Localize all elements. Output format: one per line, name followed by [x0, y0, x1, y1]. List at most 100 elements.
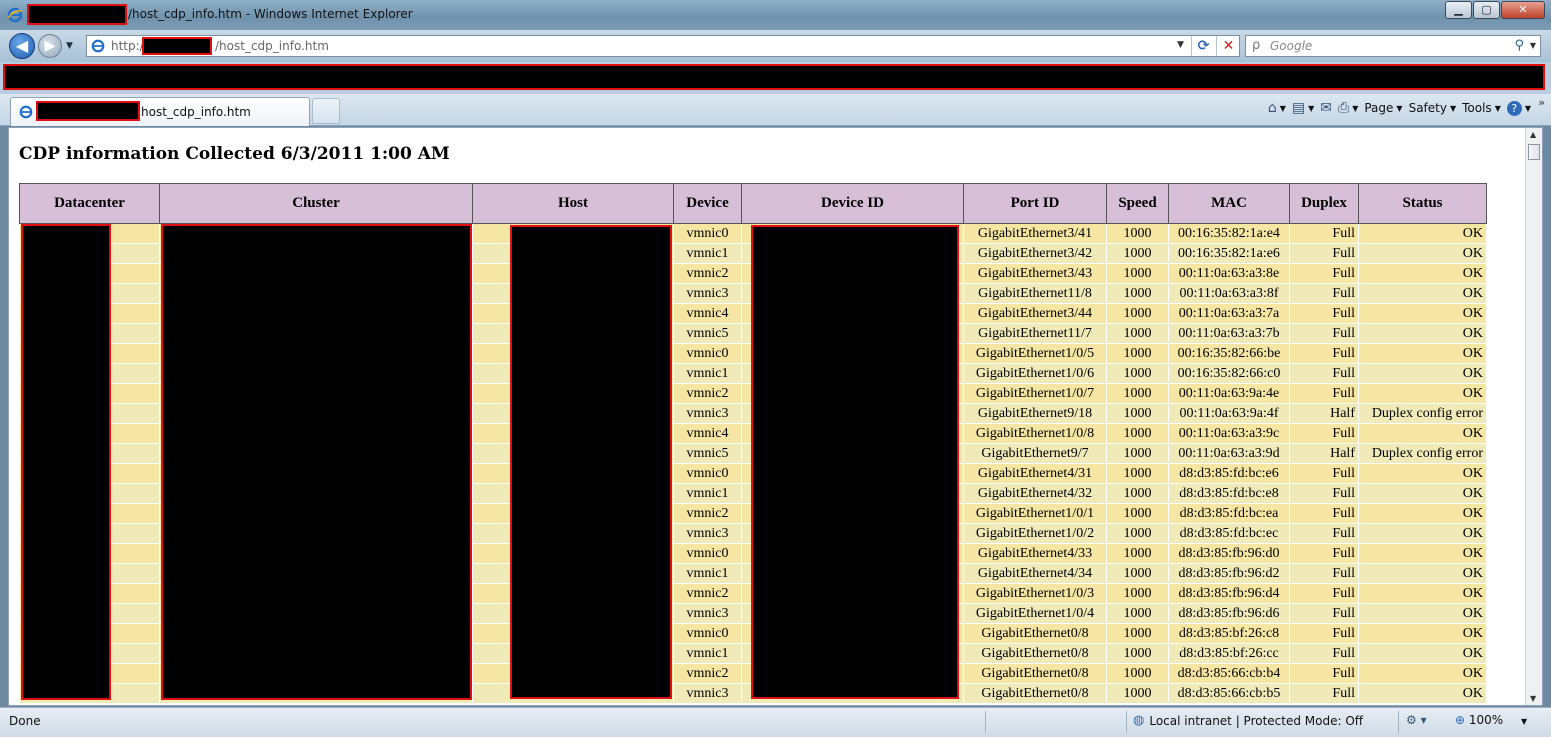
cell-status: OK — [1358, 263, 1487, 284]
cell-status: OK — [1358, 683, 1487, 704]
cell-mac: d8:d3:85:fd:bc:ea — [1168, 503, 1290, 524]
scrollbar-thumb[interactable] — [1528, 144, 1540, 160]
cell-duplex: Full — [1289, 283, 1359, 304]
page-menu[interactable]: Page ▼ — [1364, 101, 1402, 115]
cell-duplex: Full — [1289, 463, 1359, 484]
cell-port-id: GigabitEthernet1/0/1 — [963, 503, 1107, 524]
search-options-dropdown[interactable]: ▼ — [1530, 41, 1536, 50]
print-button[interactable]: ⎙ ▼ — [1338, 100, 1358, 116]
zoom-level[interactable]: ⊕ 100% ▼ — [1455, 713, 1527, 727]
cell-port-id: GigabitEthernet4/33 — [963, 543, 1107, 564]
cell-port-id: GigabitEthernet4/34 — [963, 563, 1107, 584]
intranet-globe-icon: ◍ — [1133, 713, 1145, 728]
search-provider-icon: ρ — [1252, 38, 1261, 53]
mail-button[interactable]: ✉ — [1320, 100, 1332, 116]
cell-speed: 1000 — [1106, 303, 1169, 324]
vertical-scrollbar[interactable]: ▲ ▼ — [1525, 128, 1542, 705]
cell-port-id: GigabitEthernet1/0/5 — [963, 343, 1107, 364]
cell-mac: d8:d3:85:bf:26:c8 — [1168, 623, 1290, 644]
cell-device: vmnic0 — [673, 223, 742, 244]
redacted-hostname — [27, 4, 127, 25]
address-bar[interactable]: http:// /host_cdp_info.htm ▼ ⟳ ✕ — [86, 35, 1240, 57]
page-menu-label: Page — [1364, 101, 1394, 115]
cell-status: OK — [1358, 603, 1487, 624]
zone-settings-icon[interactable]: ⚙ ▾ — [1406, 713, 1427, 727]
maximize-button[interactable]: ▢ — [1473, 1, 1500, 19]
col-mac: MAC — [1168, 183, 1290, 224]
cell-mac: d8:d3:85:fb:96:d4 — [1168, 583, 1290, 604]
title-bar: /host_cdp_info.htm - Windows Internet Ex… — [0, 0, 1551, 30]
scroll-down-arrow-icon[interactable]: ▼ — [1530, 694, 1536, 703]
cell-mac: 00:16:35:82:66:c0 — [1168, 363, 1290, 384]
minimize-button[interactable]: ▁ — [1445, 1, 1472, 19]
new-tab-button[interactable] — [312, 98, 340, 124]
col-port-id: Port ID — [963, 183, 1107, 224]
help-menu[interactable]: ? ▼ — [1506, 100, 1531, 116]
cell-duplex: Full — [1289, 263, 1359, 284]
address-dropdown-icon[interactable]: ▼ — [1177, 40, 1184, 50]
cell-duplex: Full — [1289, 223, 1359, 244]
cell-duplex: Full — [1289, 423, 1359, 444]
redacted-toolbar — [3, 64, 1545, 90]
search-input[interactable]: Google — [1270, 39, 1312, 53]
cell-duplex: Full — [1289, 323, 1359, 344]
cell-status: OK — [1358, 583, 1487, 604]
col-device: Device — [673, 183, 742, 224]
cell-port-id: GigabitEthernet9/18 — [963, 403, 1107, 424]
cell-status: OK — [1358, 663, 1487, 684]
stop-icon[interactable]: ✕ — [1216, 36, 1240, 56]
security-zone[interactable]: ◍ Local intranet | Protected Mode: Off — [1133, 713, 1363, 728]
safety-menu[interactable]: Safety ▼ — [1409, 101, 1457, 115]
search-box[interactable]: ρ Google ⚲ ▼ — [1245, 35, 1541, 57]
cell-duplex: Full — [1289, 663, 1359, 684]
cell-device: vmnic2 — [673, 583, 742, 604]
mail-icon: ✉ — [1320, 100, 1332, 116]
tab-active[interactable]: host_cdp_info.htm — [10, 97, 310, 126]
cell-port-id: GigabitEthernet0/8 — [963, 623, 1107, 644]
recent-pages-dropdown[interactable]: ▼ — [66, 41, 73, 51]
more-commands-chevron-icon[interactable]: » — [1538, 96, 1545, 109]
cell-port-id: GigabitEthernet3/41 — [963, 223, 1107, 244]
cell-device: vmnic0 — [673, 623, 742, 644]
cell-duplex: Full — [1289, 563, 1359, 584]
cell-duplex: Full — [1289, 543, 1359, 564]
redacted-tab-host — [36, 101, 140, 121]
cell-device: vmnic1 — [673, 483, 742, 504]
forward-arrow-icon[interactable]: ▶ — [38, 34, 62, 58]
search-icon[interactable]: ⚲ — [1514, 38, 1524, 53]
cell-port-id: GigabitEthernet1/0/3 — [963, 583, 1107, 604]
ie-page-icon — [91, 39, 105, 53]
cell-status: OK — [1358, 623, 1487, 644]
cell-port-id: GigabitEthernet1/0/8 — [963, 423, 1107, 444]
col-datacenter: Datacenter — [19, 183, 160, 224]
close-button[interactable]: ✕ — [1501, 1, 1545, 19]
cell-speed: 1000 — [1106, 663, 1169, 684]
cell-device: vmnic3 — [673, 683, 742, 704]
tools-menu[interactable]: Tools ▼ — [1462, 101, 1501, 115]
cell-status: OK — [1358, 543, 1487, 564]
home-button[interactable]: ⌂ ▼ — [1268, 100, 1286, 116]
cell-mac: d8:d3:85:fd:bc:e6 — [1168, 463, 1290, 484]
cell-status: OK — [1358, 523, 1487, 544]
feeds-button[interactable]: ▤ ▼ — [1292, 100, 1314, 116]
cell-duplex: Full — [1289, 683, 1359, 704]
cell-port-id: GigabitEthernet1/0/2 — [963, 523, 1107, 544]
cell-speed: 1000 — [1106, 563, 1169, 584]
cell-speed: 1000 — [1106, 343, 1169, 364]
cell-device: vmnic1 — [673, 363, 742, 384]
cell-duplex: Full — [1289, 603, 1359, 624]
cell-status: OK — [1358, 223, 1487, 244]
cell-duplex: Full — [1289, 243, 1359, 264]
status-divider — [985, 711, 986, 733]
cell-port-id: GigabitEthernet9/7 — [963, 443, 1107, 464]
cell-port-id: GigabitEthernet1/0/6 — [963, 363, 1107, 384]
cell-mac: 00:11:0a:63:a3:7b — [1168, 323, 1290, 344]
cell-device: vmnic0 — [673, 543, 742, 564]
cell-status: OK — [1358, 483, 1487, 504]
window-title: /host_cdp_info.htm - Windows Internet Ex… — [128, 7, 413, 21]
back-arrow-icon[interactable]: ◀ — [9, 33, 35, 59]
refresh-icon[interactable]: ⟳ — [1191, 36, 1215, 56]
cell-speed: 1000 — [1106, 543, 1169, 564]
scroll-up-arrow-icon[interactable]: ▲ — [1530, 130, 1536, 139]
col-host: Host — [472, 183, 674, 224]
